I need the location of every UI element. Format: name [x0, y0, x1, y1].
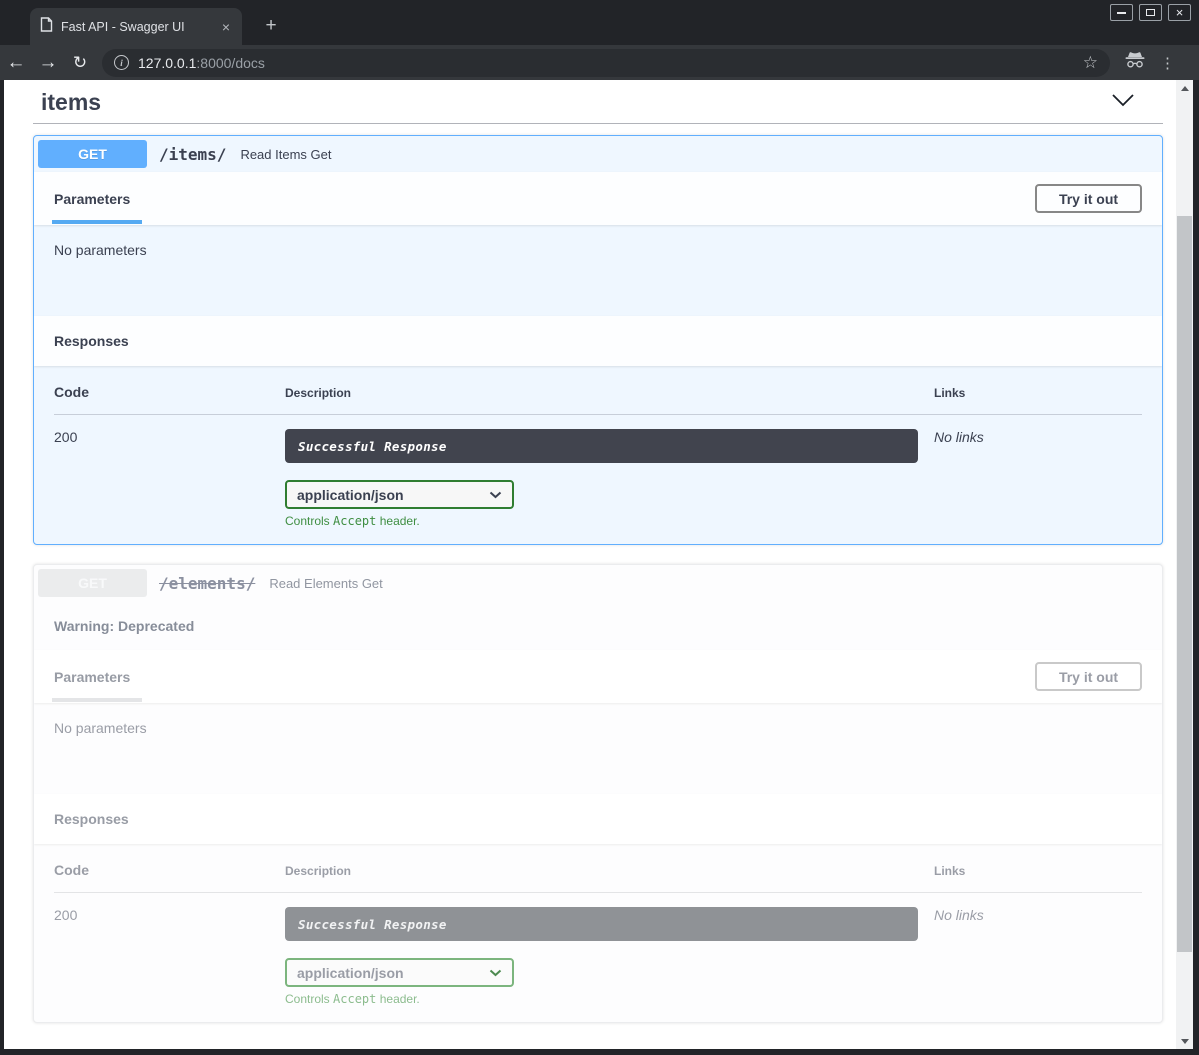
media-type-value: application/json — [297, 965, 404, 981]
triangle-down-icon — [1181, 1039, 1189, 1044]
url-host: 127.0.0.1 — [138, 55, 196, 71]
maximize-icon — [1146, 9, 1155, 16]
response-description: Successful Response — [285, 429, 918, 463]
incognito-icon — [1124, 51, 1146, 74]
window-controls: × — [1110, 4, 1191, 21]
tab-close-icon[interactable]: × — [220, 19, 232, 35]
tag-section-header[interactable]: items — [33, 89, 1163, 116]
scrollbar-thumb[interactable] — [1177, 216, 1192, 952]
bookmark-star-icon[interactable]: ☆ — [1083, 53, 1098, 73]
swagger-page: items GET /items/ Read Items Get Paramet… — [4, 80, 1193, 1049]
tab-title: Fast API - Swagger UI — [61, 20, 212, 34]
forward-icon[interactable]: → — [32, 52, 64, 74]
response-row: 200 Successful Response application/json… — [54, 415, 1142, 528]
no-links-text: No links — [934, 429, 1142, 528]
no-links-text: No links — [934, 907, 1142, 1006]
response-description-cell: Successful Response application/json Con… — [285, 907, 934, 1006]
method-badge: GET — [38, 140, 147, 168]
responses-table-head: Code Description Links — [54, 862, 1142, 878]
description-column-header: Description — [285, 384, 934, 400]
url-text[interactable]: 127.0.0.1:8000/docs — [138, 55, 1074, 71]
try-it-out-button[interactable]: Try it out — [1035, 184, 1142, 213]
endpoint-summary: Read Items Get — [240, 147, 331, 162]
close-icon: × — [1176, 6, 1184, 19]
section-divider — [33, 123, 1163, 124]
media-type-value: application/json — [297, 487, 404, 503]
page-favicon-icon — [40, 17, 53, 37]
responses-title: Responses — [54, 333, 129, 349]
minimize-icon — [1117, 12, 1126, 14]
deprecated-warning: Warning: Deprecated — [34, 601, 1162, 650]
code-column-header: Code — [54, 384, 285, 400]
parameters-tab[interactable]: Parameters — [54, 669, 130, 685]
back-icon[interactable]: ← — [0, 52, 32, 74]
media-type-select[interactable]: application/json — [285, 958, 514, 987]
response-code: 200 — [54, 429, 285, 528]
url-path: :8000/docs — [196, 55, 265, 71]
response-row: 200 Successful Response application/json… — [54, 893, 1142, 1006]
media-type-select[interactable]: application/json — [285, 480, 514, 509]
opblock-summary[interactable]: GET /items/ Read Items Get — [34, 136, 1162, 172]
browser-tab[interactable]: Fast API - Swagger UI × — [30, 8, 242, 45]
tab-strip: Fast API - Swagger UI × + × — [0, 0, 1199, 45]
method-badge: GET — [38, 569, 147, 597]
scroll-up-arrow[interactable] — [1176, 80, 1193, 96]
response-description: Successful Response — [285, 907, 918, 941]
site-info-icon[interactable]: i — [114, 55, 129, 70]
links-column-header: Links — [934, 384, 1142, 400]
endpoint-path: /elements/ — [159, 574, 255, 593]
select-chevron-icon — [489, 491, 502, 499]
select-chevron-icon — [489, 969, 502, 977]
no-parameters-text: No parameters — [34, 225, 1162, 316]
responses-table-head: Code Description Links — [54, 384, 1142, 400]
opblock-summary[interactable]: GET /elements/ Read Elements Get — [34, 565, 1162, 601]
opblock-get-elements-deprecated: GET /elements/ Read Elements Get Warning… — [33, 564, 1163, 1023]
accept-header-note: Controls Accept header. — [285, 992, 934, 1006]
triangle-up-icon — [1181, 86, 1189, 91]
scroll-down-arrow[interactable] — [1176, 1033, 1193, 1049]
parameters-header: Parameters Try it out — [34, 172, 1162, 225]
no-parameters-text: No parameters — [34, 703, 1162, 794]
browser-toolbar: ← → ↻ i 127.0.0.1:8000/docs ☆ ⋮ — [0, 45, 1199, 80]
responses-header: Responses — [34, 316, 1162, 366]
address-bar[interactable]: i 127.0.0.1:8000/docs ☆ — [102, 49, 1110, 77]
endpoint-path: /items/ — [159, 145, 226, 164]
vertical-scrollbar[interactable] — [1176, 80, 1193, 1049]
swagger-content: items GET /items/ Read Items Get Paramet… — [4, 89, 1193, 1023]
maximize-button[interactable] — [1139, 4, 1162, 21]
new-tab-button[interactable]: + — [258, 13, 284, 39]
responses-header: Responses — [34, 794, 1162, 844]
parameters-header: Parameters Try it out — [34, 650, 1162, 703]
close-button[interactable]: × — [1168, 4, 1191, 21]
responses-table: Code Description Links 200 Successful Re… — [34, 844, 1162, 1022]
parameters-tab[interactable]: Parameters — [54, 191, 130, 207]
chevron-down-icon[interactable] — [1111, 93, 1163, 113]
response-description-cell: Successful Response application/json Con… — [285, 429, 934, 528]
responses-title: Responses — [54, 811, 129, 827]
response-code: 200 — [54, 907, 285, 1006]
description-column-header: Description — [285, 862, 934, 878]
browser-window: Fast API - Swagger UI × + × ← → ↻ i 127.… — [0, 0, 1199, 1055]
browser-menu-icon[interactable]: ⋮ — [1160, 54, 1175, 72]
opblock-get-items: GET /items/ Read Items Get Parameters Tr… — [33, 135, 1163, 545]
links-column-header: Links — [934, 862, 1142, 878]
code-column-header: Code — [54, 862, 285, 878]
minimize-button[interactable] — [1110, 4, 1133, 21]
reload-icon[interactable]: ↻ — [64, 53, 96, 73]
endpoint-summary: Read Elements Get — [269, 576, 382, 591]
accept-header-note: Controls Accept header. — [285, 514, 934, 528]
try-it-out-button[interactable]: Try it out — [1035, 662, 1142, 691]
tag-title: items — [33, 89, 101, 116]
responses-table: Code Description Links 200 Successful Re… — [34, 366, 1162, 544]
